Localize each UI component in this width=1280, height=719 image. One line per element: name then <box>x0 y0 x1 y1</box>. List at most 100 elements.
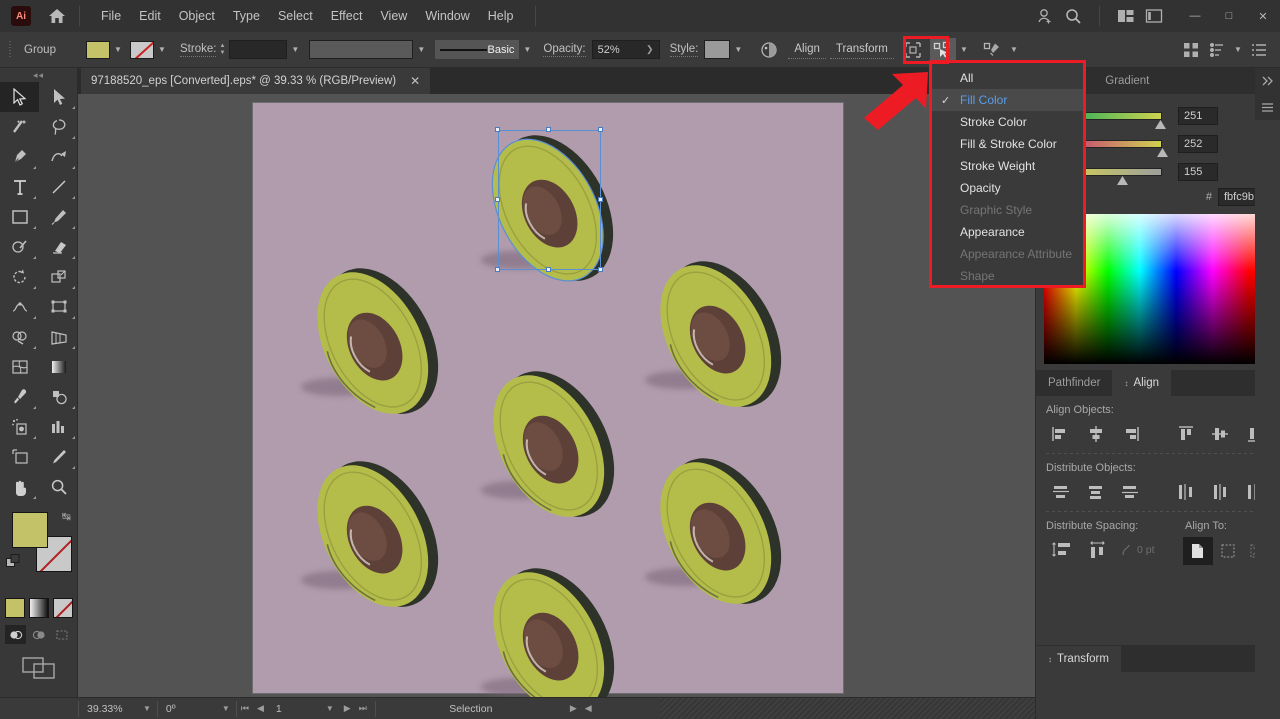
menu-window[interactable]: Window <box>416 5 478 27</box>
stroke-color-control[interactable]: ▼ <box>130 40 170 60</box>
stroke-swatch-none-icon[interactable] <box>130 40 154 59</box>
line-segment-tool[interactable] <box>39 172 78 202</box>
zoom-tool[interactable] <box>39 472 78 502</box>
first-artboard-icon[interactable]: ⏮ <box>237 703 253 714</box>
vertical-distribute-space-icon[interactable] <box>1044 537 1080 563</box>
zoom-chevron-down-icon[interactable]: ▼ <box>137 704 157 713</box>
dropdown-item-all[interactable]: All <box>932 67 1083 89</box>
rotation-value[interactable]: 0º <box>158 698 216 719</box>
tab-transform[interactable]: ↕ Transform <box>1036 646 1121 672</box>
vertical-distribute-top-icon[interactable] <box>1044 479 1078 505</box>
fill-swatch[interactable] <box>86 40 110 59</box>
vertical-distribute-bottom-icon[interactable] <box>1113 479 1147 505</box>
avocado-6[interactable] <box>625 430 811 636</box>
list-view-icon[interactable] <box>1246 38 1272 62</box>
selection-handle-bl[interactable] <box>495 267 500 272</box>
symbol-sprayer-tool[interactable] <box>0 412 39 442</box>
close-button[interactable]: ✕ <box>1246 3 1280 29</box>
expand-panels-icon[interactable] <box>1255 68 1280 94</box>
prev-artboard-icon[interactable]: ◀ <box>253 703 268 714</box>
transform-panel-button[interactable]: Transform <box>829 40 894 59</box>
next-artboard-icon[interactable]: ▶ <box>340 703 355 714</box>
horizontal-distribute-center-icon[interactable] <box>1203 479 1237 505</box>
slice-tool[interactable] <box>39 442 78 472</box>
document-tab[interactable]: 97188520_eps [Converted].eps* @ 39.33 % … <box>81 68 431 94</box>
artboard-tool[interactable] <box>0 442 39 472</box>
align-to-artboard-icon[interactable] <box>1183 537 1213 565</box>
minimize-button[interactable]: — <box>1178 3 1212 29</box>
type-tool[interactable] <box>0 172 39 202</box>
vertical-distribute-center-icon[interactable] <box>1078 479 1112 505</box>
select-similar-objects-icon[interactable] <box>929 37 956 62</box>
status-tool-label[interactable]: Selection <box>376 698 566 719</box>
align-panel-button[interactable]: Align <box>788 40 826 59</box>
selection-handle-br[interactable] <box>598 267 603 272</box>
lasso-tool[interactable] <box>39 112 78 142</box>
fill-color-control[interactable]: ▼ <box>86 40 126 60</box>
dock-menu-icon[interactable] <box>1255 94 1280 120</box>
change-screen-mode-icon[interactable] <box>0 656 77 680</box>
horizontal-distribute-space-icon[interactable] <box>1080 537 1116 563</box>
style-chevron-down-icon[interactable]: ▼ <box>730 40 746 60</box>
selection-tool[interactable] <box>0 82 39 112</box>
horizontal-distribute-left-icon[interactable] <box>1169 479 1203 505</box>
home-icon[interactable] <box>47 6 67 26</box>
eyedropper-tool[interactable] <box>0 382 39 412</box>
select-similar-options-chevron-icon[interactable]: ▼ <box>1006 40 1022 60</box>
user-add-icon[interactable] <box>1031 2 1059 30</box>
mesh-tool[interactable] <box>0 352 39 382</box>
horizontal-align-left-icon[interactable] <box>1044 421 1078 447</box>
horizontal-align-center-icon[interactable] <box>1078 421 1112 447</box>
shape-builder-tool[interactable] <box>0 322 39 352</box>
tab-align[interactable]: ↕ Align <box>1112 370 1172 396</box>
horizontal-align-right-icon[interactable] <box>1113 421 1147 447</box>
r-slider-thumb[interactable] <box>1155 120 1166 129</box>
g-value[interactable]: 252 <box>1178 135 1218 153</box>
b-slider-thumb[interactable] <box>1117 176 1128 185</box>
selection-handle-ml[interactable] <box>495 197 500 202</box>
zoom-level-value[interactable]: 39.33% <box>79 698 137 719</box>
scale-tool[interactable] <box>39 262 78 292</box>
selection-handle-tr[interactable] <box>598 127 603 132</box>
menu-object[interactable]: Object <box>170 5 224 27</box>
status-collapse-icon[interactable]: ◀ <box>581 703 596 714</box>
rotate-tool[interactable] <box>0 262 39 292</box>
stroke-weight-field[interactable] <box>229 40 288 59</box>
recolor-artwork-icon[interactable] <box>756 38 782 62</box>
align-to-selection-icon[interactable] <box>1213 537 1243 565</box>
draw-behind-icon[interactable] <box>28 625 49 644</box>
avocado-3[interactable] <box>625 233 811 439</box>
artboard-chevron-down-icon[interactable]: ▼ <box>320 704 340 713</box>
stroke-weight-stepper[interactable]: ▲ ▼ <box>219 43 225 56</box>
preferences-icon[interactable] <box>1204 38 1230 62</box>
avocado-7[interactable] <box>458 540 644 697</box>
tools-panel-grip[interactable]: ◂◂ <box>0 68 77 82</box>
workspace-switcher-icon[interactable] <box>1140 2 1168 30</box>
selection-bounding-box[interactable] <box>498 130 601 270</box>
avocado-1[interactable] <box>282 240 468 446</box>
menu-edit[interactable]: Edit <box>130 5 170 27</box>
selection-handle-tc[interactable] <box>546 127 551 132</box>
stroke-profile-chevron-down-icon[interactable]: ▼ <box>413 40 429 60</box>
dropdown-item-stroke-weight[interactable]: Stroke Weight <box>932 155 1083 177</box>
artboard-number[interactable]: 1 <box>268 698 320 719</box>
shaper-tool[interactable] <box>0 232 39 262</box>
tab-pathfinder[interactable]: Pathfinder <box>1036 370 1112 396</box>
graphic-style-swatch[interactable] <box>704 40 731 59</box>
eraser-tool[interactable] <box>39 232 78 262</box>
toolbar-fill-swatch[interactable] <box>12 512 48 548</box>
gradient-mode-button[interactable] <box>28 598 49 618</box>
select-similar-options-icon[interactable] <box>980 38 1006 62</box>
direct-selection-tool[interactable] <box>39 82 78 112</box>
selection-handle-tl[interactable] <box>495 127 500 132</box>
selection-handle-bc[interactable] <box>546 267 551 272</box>
isolate-selected-object-icon[interactable] <box>900 38 926 62</box>
brush-chevron-down-icon[interactable]: ▼ <box>519 40 535 60</box>
swap-fill-stroke-icon[interactable]: ↹ <box>62 510 71 523</box>
menu-view[interactable]: View <box>371 5 416 27</box>
document-setup-icon[interactable] <box>1178 38 1204 62</box>
none-mode-button[interactable] <box>52 598 73 618</box>
opacity-input[interactable]: 52% ❯ <box>591 40 660 59</box>
b-value[interactable]: 155 <box>1178 163 1218 181</box>
draw-inside-icon[interactable] <box>51 625 72 644</box>
